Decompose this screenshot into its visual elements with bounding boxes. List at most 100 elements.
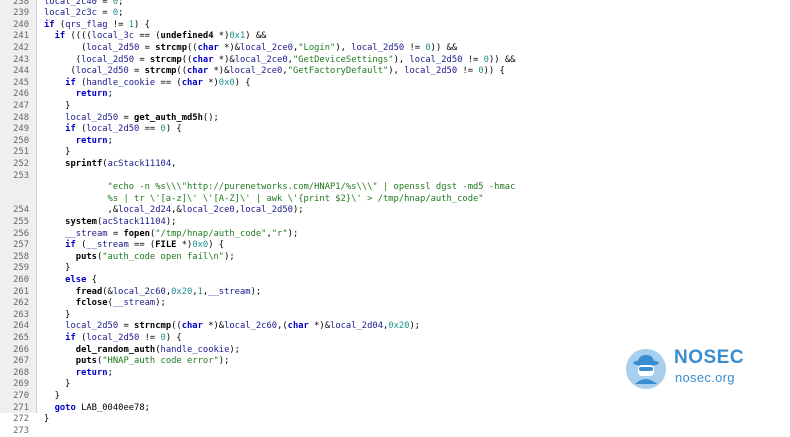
code-line: 262 fclose(__stream); (0, 298, 790, 310)
code-token: ( (75, 124, 87, 135)
code-token: )) && (430, 42, 458, 53)
code-token: ( (44, 54, 82, 65)
code-text: } (44, 101, 70, 113)
code-token: local_2c60 (224, 321, 278, 332)
line-number: 259 (13, 263, 29, 274)
code-token: local_3c (91, 31, 135, 42)
code-token: local_2d04 (330, 321, 383, 332)
code-text: if (handle_cookie == (char *)0x0) { (44, 77, 250, 90)
code-token: local_2d50 (404, 66, 458, 77)
code-text: return; (44, 368, 113, 380)
code-line: 271 goto LAB_0040ee78; (0, 403, 790, 415)
code-text: %s | tr \'[a-z]\' \'[A-Z]\' | awk \'{pri… (44, 194, 484, 206)
code-token: } (44, 100, 71, 111)
code-line: 251 } (0, 147, 790, 159)
code-line: 244 (local_2d50 = strcmp((char *)&local_… (0, 66, 790, 78)
code-token: local_2d50 (44, 321, 119, 332)
code-text: } (44, 391, 60, 403)
code-token: %s | tr \'[a-z]\' \'[A-Z]\' | awk \'{pri… (44, 193, 484, 204)
code-token: strcmp (144, 66, 177, 77)
code-token: "HNAP_auth code error" (102, 356, 219, 367)
code-token: ; (118, 8, 124, 19)
code-token: } (44, 390, 60, 401)
line-number: 250 (13, 135, 29, 146)
code-token: puts (44, 251, 97, 262)
code-token: "/tmp/hnap/auth_code" (155, 228, 267, 239)
code-line: 242 (local_2d50 = strcmp((char *)&local_… (0, 43, 790, 55)
line-number: 260 (13, 274, 29, 285)
code-token: != (107, 19, 129, 30)
code-token: strcmp (149, 54, 182, 65)
line-number: 266 (13, 344, 29, 355)
code-token: if (44, 77, 76, 88)
code-token: (( (176, 66, 188, 77)
line-number: 238 (13, 0, 29, 7)
code-token: ; (107, 89, 113, 100)
code-token: if (44, 332, 76, 343)
code-token: 0x0 (192, 240, 209, 251)
code-token: local_2d50 (86, 332, 140, 343)
code-token: FILE (155, 240, 177, 251)
code-text: __stream = fopen("/tmp/hnap/auth_code","… (44, 229, 298, 241)
code-token: local_2c40 (44, 0, 97, 7)
code-token: if (44, 124, 76, 135)
code-token: undefined4 (160, 31, 214, 42)
line-number: 247 (13, 100, 29, 111)
code-token: ; (107, 135, 113, 146)
code-text: local_2d50 = strncmp((char *)&local_2c60… (44, 321, 420, 333)
code-line: 264 local_2d50 = strncmp((char *)&local_… (0, 321, 790, 333)
code-token: ) { (208, 240, 225, 251)
line-number: 272 (13, 414, 29, 425)
code-token: local_2d50 (239, 205, 293, 216)
code-token: if (44, 31, 66, 42)
code-token: handle_cookie (160, 344, 230, 355)
code-token: = (96, 0, 113, 7)
code-token: local_2d50 (86, 124, 140, 135)
code-text: (local_2d50 = strcmp((char *)&local_2ce0… (44, 54, 516, 67)
code-text: goto LAB_0040ee78; (44, 403, 150, 415)
code-token: char (181, 77, 203, 88)
line-number: 269 (13, 379, 29, 390)
code-token: (( (181, 54, 193, 65)
code-token: 0x1 (229, 31, 246, 42)
code-token: } (44, 147, 71, 158)
code-line: 245 if (handle_cookie == (char *)0x0) { (0, 78, 790, 90)
code-token: puts (44, 356, 97, 367)
code-token: sprintf (44, 158, 103, 169)
code-token: ); (292, 205, 304, 216)
code-token: ); (409, 321, 421, 332)
code-token: ( (54, 19, 66, 30)
code-token: != (457, 66, 479, 77)
code-token: handle_cookie (86, 77, 156, 88)
code-token: *)& (218, 42, 240, 53)
nosec-watermark: NOSEC nosec.org (626, 346, 776, 392)
code-text: fread(&local_2c60,0x20,1,__stream); (44, 287, 261, 299)
code-token: == ( (155, 77, 182, 88)
code-token: *)& (308, 321, 331, 332)
code-text: if (local_2d50 == 0) { (44, 124, 182, 136)
code-token: local_2c60 (112, 286, 166, 297)
line-number: 242 (13, 42, 29, 53)
line-number: 253 (13, 170, 29, 181)
code-token: return (44, 367, 108, 378)
code-token: local_2d50 (86, 42, 140, 53)
code-token: return (44, 89, 108, 100)
code-token: get_auth_md5h (134, 112, 203, 123)
code-line: 246 return; (0, 89, 790, 101)
code-line: 261 fread(&local_2c60,0x20,1,__stream); (0, 287, 790, 299)
code-line: 238 local_2c40 = 0; (0, 0, 790, 8)
code-text: ,&local_2d24,&local_2ce0,local_2d50); (44, 205, 304, 217)
code-token: __stream (86, 240, 129, 251)
code-token: char (197, 42, 219, 53)
line-number: 255 (13, 216, 29, 227)
code-text: if (__stream == (FILE *)0x0) { (44, 240, 224, 252)
code-token: { (86, 274, 97, 285)
code-token: ( (75, 77, 87, 88)
code-token: ( (75, 332, 87, 343)
code-token: ); (250, 286, 262, 297)
line-number: 248 (13, 112, 29, 123)
line-number: 270 (13, 390, 29, 401)
code-token: acStack11104 (102, 216, 166, 227)
code-line: 270 } (0, 391, 790, 403)
code-line: 259 } (0, 263, 790, 275)
